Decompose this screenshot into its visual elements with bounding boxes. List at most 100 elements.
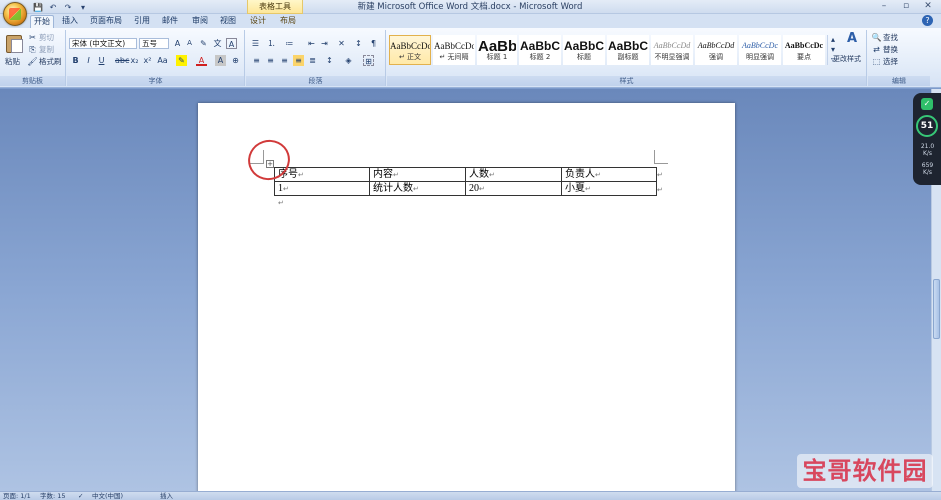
clear-formatting-icon[interactable]: ✎ <box>198 38 209 49</box>
style-normal[interactable]: AaBbCcDd ↵ 正文 <box>389 35 431 65</box>
bullets-icon[interactable]: ☰ <box>250 38 261 49</box>
language-indicator[interactable]: 中文(中国) <box>92 492 123 500</box>
copy-button[interactable]: 复制 <box>39 44 54 55</box>
word-count[interactable]: 字数: 15 <box>40 492 66 500</box>
borders-icon[interactable]: ⊞ <box>363 55 374 66</box>
style-intense-emphasis[interactable]: AaBbCcDc 明显强调 <box>739 35 781 65</box>
show-marks-icon[interactable]: ¶ <box>368 38 379 49</box>
enclose-characters-icon[interactable]: ⊕ <box>230 55 241 66</box>
decrease-indent-icon[interactable]: ⇤ <box>306 38 317 49</box>
table-cell[interactable]: 序号↵ <box>274 167 370 182</box>
multilevel-list-icon[interactable]: ≔ <box>284 38 295 49</box>
document-page[interactable]: 序号↵ 内容↵ 人数↵ 负责人↵ 1↵ 统计人数↵ 20↵ 小夏↵ ↵ ↵ ↵ … <box>198 103 735 495</box>
customize-qat-icon[interactable]: ▾ <box>77 2 89 13</box>
style-strong[interactable]: AaBbCcDc 要点 <box>783 35 825 65</box>
find-button[interactable]: 查找 <box>883 32 898 43</box>
tab-design[interactable]: 设计 <box>246 15 270 28</box>
character-border-icon[interactable]: A <box>226 38 237 49</box>
copy-icon[interactable]: ⎘ <box>27 44 38 55</box>
replace-button[interactable]: 替换 <box>883 44 898 55</box>
font-name-combobox[interactable]: 宋体 (中文正文) <box>69 38 137 49</box>
change-styles-button[interactable]: 更改样式 <box>833 54 861 65</box>
page-count[interactable]: 页面: 1/1 <box>3 492 31 500</box>
shading-icon[interactable]: ◈ <box>343 55 354 66</box>
cut-button[interactable]: 剪切 <box>39 32 54 43</box>
ribbon: 粘贴 ✂ 剪切 ⎘ 复制 🖌 格式刷 剪贴板 宋体 (中文正文) 五号 A A … <box>0 28 941 88</box>
style-no-spacing[interactable]: AaBbCcDd ↵ 无间隔 <box>433 35 475 65</box>
table-cell[interactable]: 负责人↵ <box>561 167 657 182</box>
superscript-icon[interactable]: x² <box>142 55 153 66</box>
replace-icon[interactable]: ⇄ <box>871 44 882 55</box>
window-controls: – ▫ ✕ <box>873 0 939 13</box>
character-shading-icon[interactable]: A <box>215 55 226 66</box>
tab-home[interactable]: 开始 <box>30 15 54 28</box>
style-subtle-emphasis[interactable]: AaBbCcDd 不明显强调 <box>651 35 693 65</box>
tab-mailings[interactable]: 邮件 <box>158 15 182 28</box>
chinese-layout-icon[interactable]: ✕ <box>336 38 347 49</box>
strikethrough-icon[interactable]: abc <box>115 55 129 66</box>
find-icon[interactable]: 🔍 <box>871 32 882 43</box>
paste-button[interactable]: 粘贴 <box>5 56 20 67</box>
bold-icon[interactable]: B <box>70 55 81 66</box>
tab-review[interactable]: 审阅 <box>188 15 212 28</box>
increase-indent-icon[interactable]: ⇥ <box>319 38 330 49</box>
save-icon[interactable]: 💾 <box>32 2 44 13</box>
undo-icon[interactable]: ↶ <box>47 2 59 13</box>
align-left-icon[interactable]: ≡ <box>251 55 262 66</box>
font-color-icon[interactable]: A <box>196 55 207 66</box>
tab-layout[interactable]: 布局 <box>276 15 300 28</box>
editing-group-label: 编辑 <box>868 76 930 86</box>
select-button[interactable]: 选择 <box>883 56 898 67</box>
shrink-font-icon[interactable]: A <box>184 38 195 49</box>
table-cell[interactable]: 统计人数↵ <box>369 181 466 196</box>
phonetic-guide-icon[interactable]: 文 <box>212 38 223 49</box>
format-painter-icon[interactable]: 🖌 <box>27 56 38 67</box>
style-subtitle[interactable]: AaBbC 副标题 <box>607 35 649 65</box>
scrollbar-thumb[interactable] <box>933 279 940 339</box>
subscript-icon[interactable]: x₂ <box>129 55 140 66</box>
align-center-icon[interactable]: ≡ <box>265 55 276 66</box>
table-cell[interactable]: 人数↵ <box>465 167 562 182</box>
table-cell[interactable]: 1↵ <box>274 181 370 196</box>
grow-font-icon[interactable]: A <box>172 38 183 49</box>
justify-icon[interactable]: ≡ <box>293 55 304 66</box>
table-cell[interactable]: 20↵ <box>465 181 562 196</box>
shield-check-icon: ✓ <box>921 98 933 110</box>
contextual-tab-group: 表格工具 <box>247 0 303 14</box>
office-button[interactable] <box>3 2 27 26</box>
minimize-button[interactable]: – <box>873 0 895 13</box>
format-painter-button[interactable]: 格式刷 <box>39 56 62 67</box>
help-icon[interactable]: ? <box>922 15 933 26</box>
highlight-icon[interactable]: ✎ <box>176 55 187 66</box>
distributed-icon[interactable]: ≣ <box>307 55 318 66</box>
style-heading-1[interactable]: AaBb 标题 1 <box>477 35 517 65</box>
table-cell[interactable]: 小夏↵ <box>561 181 657 196</box>
insert-mode[interactable]: 插入 <box>160 492 173 500</box>
underline-icon[interactable]: U <box>96 55 107 66</box>
font-size-combobox[interactable]: 五号 <box>139 38 169 49</box>
tab-insert[interactable]: 插入 <box>58 15 82 28</box>
word-table[interactable]: 序号↵ 内容↵ 人数↵ 负责人↵ 1↵ 统计人数↵ 20↵ 小夏↵ <box>274 167 657 196</box>
style-heading-2[interactable]: AaBbC 标题 2 <box>519 35 561 65</box>
style-emphasis[interactable]: AaBbCcDd 强调 <box>695 35 737 65</box>
tab-view[interactable]: 视图 <box>216 15 240 28</box>
select-icon[interactable]: ⬚ <box>871 56 882 67</box>
proofing-icon[interactable]: ✓ <box>78 492 83 500</box>
cut-icon[interactable]: ✂ <box>27 32 38 43</box>
italic-icon[interactable]: I <box>83 55 94 66</box>
numbering-icon[interactable]: ⒈ <box>266 38 277 49</box>
align-right-icon[interactable]: ≡ <box>279 55 290 66</box>
close-button[interactable]: ✕ <box>917 0 939 13</box>
change-case-icon[interactable]: Aa <box>157 55 168 66</box>
tab-references[interactable]: 引用 <box>130 15 154 28</box>
paste-icon[interactable] <box>4 32 24 54</box>
change-styles-icon[interactable]: A <box>842 32 862 49</box>
tab-page-layout[interactable]: 页面布局 <box>86 15 126 28</box>
sort-icon[interactable]: ↕ <box>353 38 364 49</box>
line-spacing-icon[interactable]: ↕ <box>324 55 335 66</box>
maximize-button[interactable]: ▫ <box>895 0 917 13</box>
style-title[interactable]: AaBbC 标题 <box>563 35 605 65</box>
network-speed-widget[interactable]: ✓ 51 21.0 K/s 659 K/s <box>913 93 941 185</box>
table-cell[interactable]: 内容↵ <box>369 167 466 182</box>
redo-icon[interactable]: ↷ <box>62 2 74 13</box>
